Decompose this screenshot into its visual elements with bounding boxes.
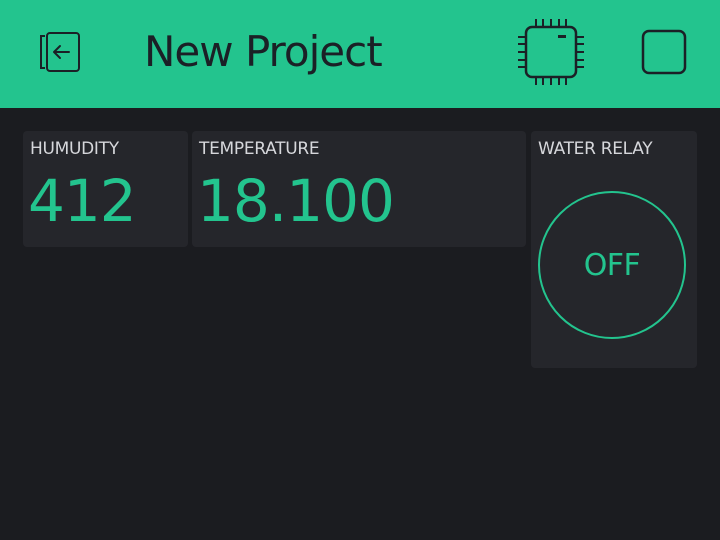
water-relay-toggle-button[interactable]: OFF bbox=[538, 191, 686, 339]
stop-button[interactable] bbox=[636, 26, 692, 82]
temperature-label: TEMPERATURE bbox=[199, 139, 320, 159]
temperature-value: 18.100 bbox=[197, 167, 395, 235]
humidity-value: 412 bbox=[28, 167, 137, 235]
humidity-widget[interactable]: HUMUDITY 412 bbox=[23, 131, 188, 247]
project-title: New Project bbox=[144, 27, 383, 76]
chip-icon bbox=[516, 17, 586, 91]
back-button[interactable] bbox=[30, 26, 86, 82]
humidity-label: HUMUDITY bbox=[30, 139, 119, 159]
stop-square-icon bbox=[640, 28, 688, 80]
water-relay-label: WATER RELAY bbox=[538, 139, 653, 159]
exit-icon bbox=[33, 30, 83, 78]
water-relay-state: OFF bbox=[583, 247, 641, 283]
temperature-widget[interactable]: TEMPERATURE 18.100 bbox=[192, 131, 526, 247]
device-button[interactable] bbox=[515, 18, 587, 90]
water-relay-widget: WATER RELAY OFF bbox=[531, 131, 697, 368]
app-header: New Project bbox=[0, 0, 720, 108]
